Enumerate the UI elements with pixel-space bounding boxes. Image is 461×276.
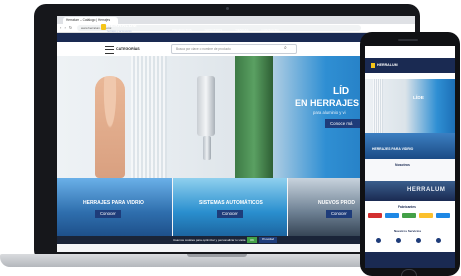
hero-glass-panel xyxy=(131,56,167,178)
search-icon[interactable]: ⌕ xyxy=(284,45,287,51)
brand-logo[interactable] xyxy=(385,213,399,218)
phone-building-sign: HERRALUM xyxy=(407,187,446,193)
service-icon[interactable] xyxy=(396,238,401,243)
hero-title-line1: LÍD xyxy=(333,86,350,97)
browser-nav-buttons[interactable]: ‹ › ↻ xyxy=(60,25,73,31)
phone-home-button xyxy=(401,269,417,276)
phone-speaker xyxy=(398,39,418,41)
cookie-text: Usamos cookies para optimizar y personal… xyxy=(173,238,246,242)
phone-section xyxy=(365,159,455,181)
service-icon[interactable] xyxy=(376,238,381,243)
menu-item-tiendas[interactable]: TIENDAS xyxy=(235,28,248,32)
laptop-base-notch xyxy=(187,254,247,257)
tile-button[interactable]: Conocer xyxy=(217,210,243,218)
phone-tile-title: HERRAJES PARA VIDRIO xyxy=(372,147,414,151)
hero-person-image xyxy=(95,76,125,178)
laptop-camera xyxy=(226,7,229,10)
brand-logo[interactable] xyxy=(419,213,433,218)
hero-subtitle: para aluminio y vi xyxy=(313,110,346,115)
hero-title-line2: EN HERRAJES xyxy=(295,98,360,108)
menu-item-productos[interactable]: PRODUCTOS xyxy=(172,28,192,32)
phone-services-title: Nuestros Servicios xyxy=(394,229,422,233)
hero-hinge-image xyxy=(197,76,215,136)
tile-herrajes-vidrio[interactable]: HERRAJES PARA VIDRIO Conocer xyxy=(57,178,172,240)
logo-tagline: herrajes y accesorios xyxy=(107,30,132,33)
phone-footer xyxy=(365,252,455,268)
brand-logo[interactable] xyxy=(402,213,416,218)
service-icon[interactable] xyxy=(436,238,441,243)
tile-button[interactable]: Conocer xyxy=(95,210,121,218)
menu-item-nosotros[interactable]: NOSOTROS xyxy=(205,28,223,32)
hero-plant-image xyxy=(235,56,273,178)
brand-logo[interactable] xyxy=(368,213,382,218)
tile-title: HERRAJES PARA VIDRIO xyxy=(83,200,144,206)
phone-brands-title: Fabricantes xyxy=(398,205,416,209)
main-menu: PRODUCTOS NOSOTROS TIENDAS CONTACTO xyxy=(172,28,291,32)
service-icon[interactable] xyxy=(416,238,421,243)
phone-hero-glass xyxy=(373,79,383,133)
phone-section-title: Nosotros xyxy=(395,163,410,167)
categories-label[interactable]: CATEGORÍAS xyxy=(116,46,140,52)
hero-hinge-detail xyxy=(203,136,211,160)
logo-icon xyxy=(101,24,106,30)
tile-title: SISTEMAS AUTOMÁTICOS xyxy=(199,200,263,206)
phone-hero-title: LÍDE xyxy=(413,96,424,101)
browser-tab[interactable]: Herralum – Catálogo | Herrajes xyxy=(63,17,118,24)
cookie-privacy-button[interactable]: Privacidad xyxy=(259,237,277,243)
tile-title: NUEVOS PROD xyxy=(318,200,355,206)
tile-sistemas-automaticos[interactable]: SISTEMAS AUTOMÁTICOS Conocer xyxy=(173,178,287,240)
tile-button[interactable]: Conocer xyxy=(326,210,352,218)
brand-logo[interactable] xyxy=(436,213,450,218)
phone-tile[interactable] xyxy=(365,133,455,159)
hamburger-menu-icon[interactable] xyxy=(105,46,114,54)
menu-item-contacto[interactable]: CONTACTO xyxy=(261,28,278,32)
phone-logo-icon xyxy=(371,63,375,68)
site-logo[interactable]: HERRALUM xyxy=(107,24,137,29)
cookie-accept-button[interactable]: OK xyxy=(247,237,257,243)
search-input[interactable]: Busca por clave o nombre de producto xyxy=(171,44,297,54)
phone-site-logo[interactable]: HERRALUM xyxy=(377,63,398,67)
